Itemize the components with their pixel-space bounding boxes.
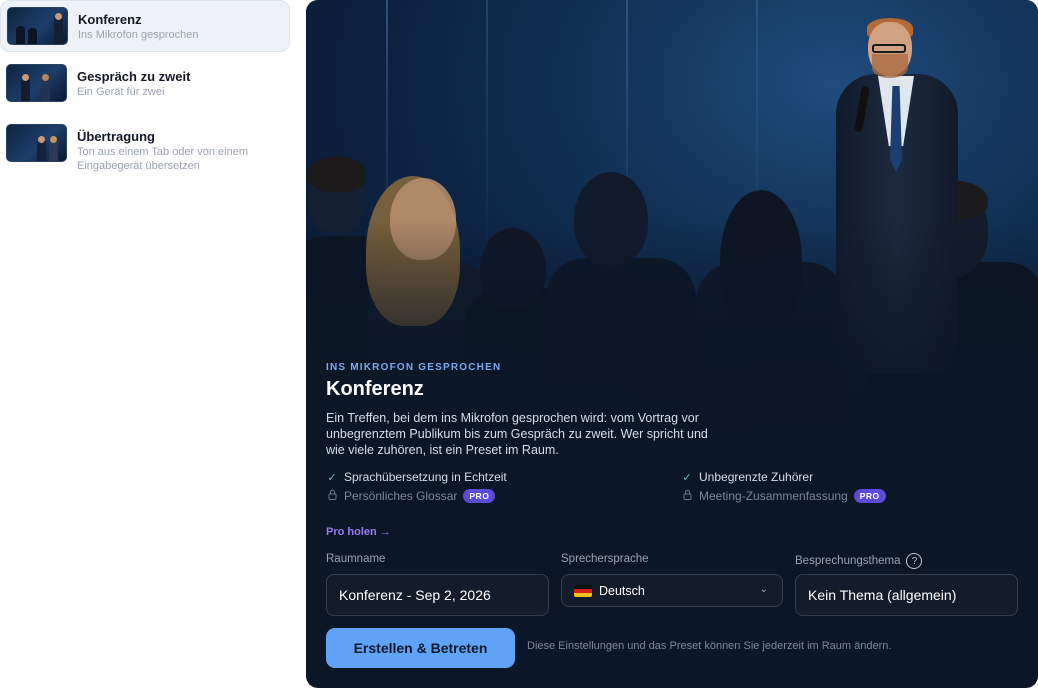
preset-thumbnail-konferenz (7, 7, 68, 45)
preset-title: Übertragung (77, 129, 155, 144)
preset-title: Gespräch zu zweit (77, 69, 191, 84)
preset-item-uebertragung[interactable]: Übertragung Ton aus einem Tab oder von e… (0, 118, 290, 179)
help-icon[interactable]: ? (906, 553, 923, 569)
speaker-language-value: Deutsch (599, 583, 645, 598)
chevron-down-icon: ⌄ (759, 584, 768, 595)
preset-subtitle: Ein Gerät für zwei (77, 86, 165, 98)
room-name-label: Raumname (326, 553, 386, 565)
check-icon: ✓ (327, 471, 337, 484)
lock-icon (681, 489, 693, 503)
speaker-language-label: Sprechersprache (561, 553, 649, 565)
speaker-language-select[interactable]: Deutsch ⌄ (561, 574, 783, 607)
topic-input[interactable]: Kein Thema (allgemein) (795, 574, 1018, 616)
topic-label: Besprechungsthema ? (795, 553, 923, 569)
preset-description: Ein Treffen, bei dem ins Mikrofon gespro… (326, 411, 708, 457)
feature-unlimited-listeners: ✓ Unbegrenzte Zuhörer (682, 470, 814, 484)
get-pro-link[interactable]: Pro holen → (326, 526, 391, 538)
feature-personal-glossary: Persönliches Glossar PRO (326, 489, 496, 503)
preset-item-konferenz[interactable]: Konferenz Ins Mikrofon gesprochen (0, 0, 290, 52)
feature-realtime-translation: ✓ Sprachübersetzung in Echtzeit (327, 470, 507, 484)
preset-subtitle: Ton aus einem Tab oder von einem Eingabe… (77, 146, 249, 172)
settings-hint: Diese Einstellungen und das Preset könne… (527, 640, 892, 652)
create-and-join-button[interactable]: Erstellen & Betreten (326, 628, 515, 668)
feature-meeting-summary: Meeting-Zusammenfassung PRO (681, 489, 886, 503)
check-icon: ✓ (682, 471, 692, 484)
preset-thumbnail-gespraech (6, 64, 67, 102)
preset-title-heading: Konferenz (326, 378, 424, 400)
preset-category-label: INS MIKROFON GESPROCHEN (326, 362, 502, 373)
pro-badge: PRO (853, 489, 886, 503)
preset-subtitle: Ins Mikrofon gesprochen (78, 29, 199, 41)
lock-icon (326, 489, 338, 503)
preset-item-gespraech-zu-zweit[interactable]: Gespräch zu zweit Ein Gerät für zwei (0, 58, 290, 108)
preset-detail-card: INS MIKROFON GESPROCHEN Konferenz Ein Tr… (306, 0, 1038, 688)
room-name-input[interactable]: Konferenz - Sep 2, 2026 (326, 574, 549, 616)
preset-sidebar: Konferenz Ins Mikrofon gesprochen Gesprä… (0, 0, 292, 688)
german-flag-icon (574, 584, 592, 597)
preset-title: Konferenz (78, 12, 142, 27)
preset-thumbnail-uebertragung (6, 124, 67, 162)
pro-badge: PRO (463, 489, 496, 503)
